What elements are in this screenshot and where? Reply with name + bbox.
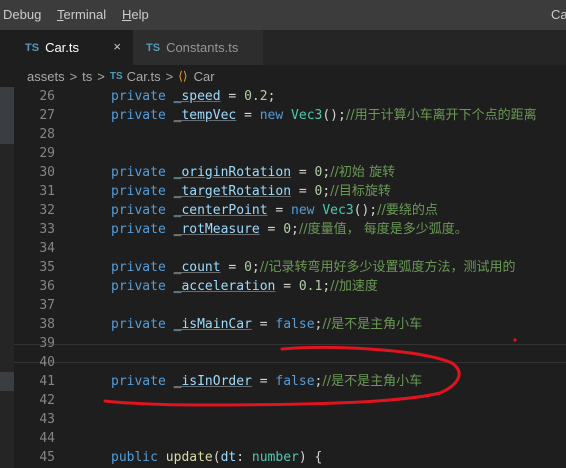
menu-help-label: elp bbox=[131, 7, 149, 22]
menu-terminal-label: erminal bbox=[63, 7, 107, 22]
typescript-file-icon: TS bbox=[109, 70, 123, 82]
breadcrumb-folder-assets[interactable]: assets bbox=[27, 69, 65, 84]
menu-bar: Debug Terminal Help Ca bbox=[0, 0, 566, 30]
typescript-file-icon: TS bbox=[25, 41, 40, 54]
tab-bar: TS Car.ts × TS Constants.ts bbox=[0, 30, 566, 65]
annotation-dot bbox=[513, 338, 517, 342]
breadcrumb-symbol[interactable]: Car bbox=[194, 69, 215, 84]
tab-car-ts[interactable]: TS Car.ts × bbox=[0, 30, 133, 65]
menu-help[interactable]: Help bbox=[122, 7, 149, 22]
class-symbol-icon: ⟨⟩ bbox=[178, 69, 188, 83]
tab-constants-ts[interactable]: TS Constants.ts bbox=[133, 30, 263, 65]
annotation-stroke bbox=[103, 346, 461, 407]
window-title: Ca bbox=[551, 7, 566, 22]
chevron-right-icon: > bbox=[69, 68, 78, 84]
breadcrumb-file[interactable]: Car.ts bbox=[127, 69, 161, 84]
close-icon[interactable]: × bbox=[113, 39, 121, 54]
chevron-right-icon: > bbox=[97, 68, 105, 84]
tab-label: Constants.ts bbox=[166, 40, 239, 55]
breadcrumb: assets > ts > TS Car.ts > ⟨⟩ Car bbox=[0, 65, 566, 87]
typescript-file-icon: TS bbox=[146, 41, 161, 54]
breadcrumb-folder-ts[interactable]: ts bbox=[82, 69, 92, 84]
tab-label: Car.ts bbox=[45, 40, 80, 55]
menu-terminal[interactable]: Terminal bbox=[57, 7, 106, 22]
red-ink-annotation bbox=[103, 338, 517, 407]
menu-debug[interactable]: Debug bbox=[3, 7, 41, 22]
menu-help-accel: H bbox=[122, 7, 132, 22]
chevron-right-icon: > bbox=[165, 68, 174, 84]
code-editor[interactable]: 26 private _speed = 0.2; 27 private _tempVe… bbox=[0, 87, 566, 468]
